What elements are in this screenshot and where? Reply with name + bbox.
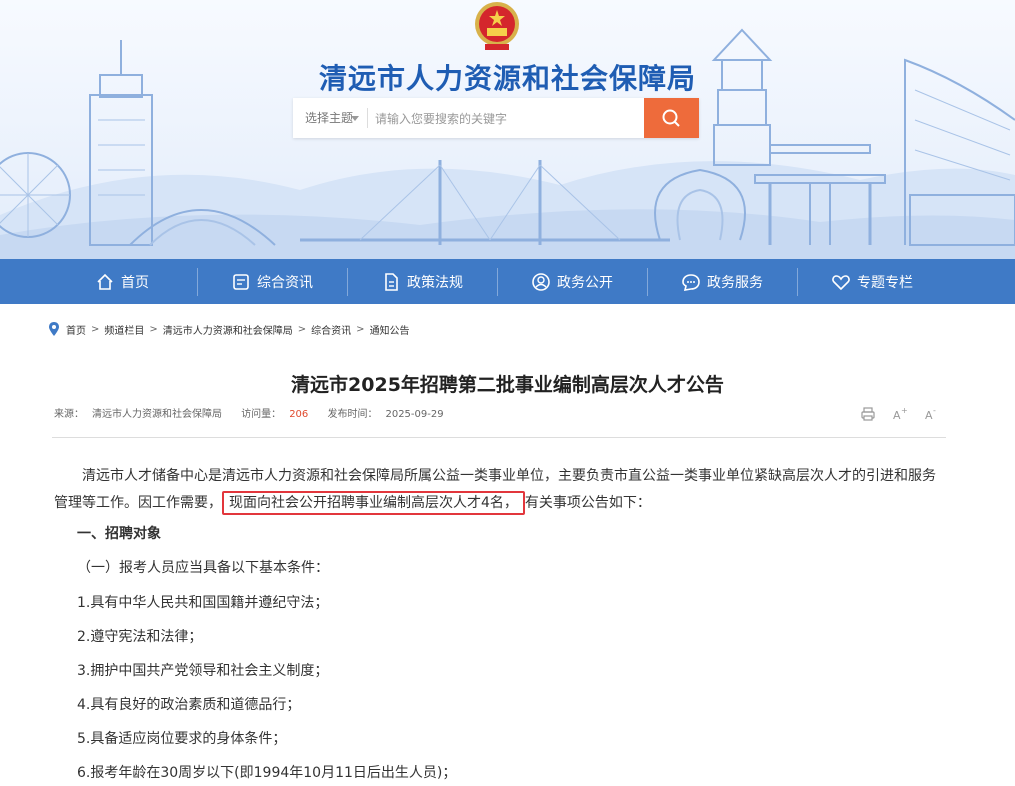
user-icon: [532, 272, 550, 291]
list-item: 6.报考年龄在30周岁以下(即1994年10月11日后出生人员)；: [77, 765, 457, 781]
views-label: 访问量：: [241, 409, 282, 420]
nav-news[interactable]: 综合资讯: [197, 259, 347, 304]
highlighted-text: 现面向社会公开招聘事业编制高层次人才4名，: [222, 491, 525, 515]
nav-gov-open[interactable]: 政务公开: [497, 259, 647, 304]
breadcrumb-separator: >: [149, 323, 158, 335]
breadcrumb-home[interactable]: 首页: [66, 322, 86, 337]
breadcrumb-notices[interactable]: 通知公告: [370, 322, 410, 337]
views-text: 访问量： 206: [241, 409, 316, 420]
breadcrumb-bureau[interactable]: 清远市人力资源和社会保障局: [163, 322, 293, 337]
national-emblem-icon: [475, 2, 519, 50]
date-value: 2025-09-29: [385, 409, 444, 420]
search-icon: [662, 109, 680, 127]
search-input[interactable]: [373, 104, 637, 134]
font-increase-icon[interactable]: A +: [892, 406, 908, 422]
source-value: 清远市人力资源和社会保障局: [92, 409, 222, 420]
list-item: 3.拥护中国共产党领导和社会主义制度；: [77, 663, 329, 679]
nav-home-label: 首页: [121, 274, 149, 291]
nav-policy-label: 政策法规: [407, 274, 463, 291]
location-pin-icon: [49, 322, 59, 336]
list-item: 5.具备适应岗位要求的身体条件；: [77, 731, 287, 747]
document-icon: [385, 272, 398, 291]
article-title: 清远市2025年招聘第二批事业编制高层次人才公告: [291, 374, 724, 396]
nav-policy[interactable]: 政策法规: [347, 259, 497, 304]
header-banner: 清远市人力资源和社会保障局 选择主题: [0, 0, 1015, 259]
search-bar: 选择主题: [293, 98, 699, 138]
heart-icon: [832, 274, 850, 290]
subsection-heading: （一）报考人员应当具备以下基本条件：: [77, 560, 329, 576]
nav-news-label: 综合资讯: [257, 274, 313, 291]
nav-home[interactable]: 首页: [47, 259, 197, 304]
nav-gov-service[interactable]: 政务服务: [647, 259, 797, 304]
svg-text:+: +: [901, 406, 908, 415]
views-count: 206: [289, 409, 309, 420]
topic-select[interactable]: 选择主题: [293, 98, 367, 138]
breadcrumb-separator: >: [91, 323, 100, 335]
search-divider: [367, 108, 368, 128]
article-meta: 来源： 清远市人力资源和社会保障局 访问量： 206 发布时间： 2025-09-29: [54, 405, 460, 420]
home-icon: [97, 273, 113, 290]
breadcrumb-news[interactable]: 综合资讯: [311, 322, 351, 337]
topic-select-label: 选择主题: [305, 111, 354, 125]
paragraph-text-end: 有关事项公告如下：: [524, 495, 651, 511]
svg-text:-: -: [933, 406, 936, 415]
font-decrease-icon[interactable]: A-: [924, 406, 940, 422]
article-body: 清远市人才储备中心是清远市人力资源和社会保障局所属公益一类事业单位，主要负责市直…: [54, 463, 946, 517]
article-tools: A + A-: [860, 405, 956, 423]
source-text: 来源： 清远市人力资源和社会保障局: [54, 409, 230, 420]
list-item: 1.具有中华人民共和国国籍并遵纪守法；: [77, 595, 329, 611]
nav-gov-service-label: 政务服务: [707, 274, 763, 291]
nav-gov-open-label: 政务公开: [557, 274, 613, 291]
news-icon: [233, 273, 249, 290]
search-button[interactable]: [644, 98, 699, 138]
chat-icon: [682, 273, 700, 291]
date-label: 发布时间：: [327, 409, 378, 420]
list-item: 4.具有良好的政治素质和道德品行；: [77, 697, 301, 713]
article-paragraph-1: 清远市人才储备中心是清远市人力资源和社会保障局所属公益一类事业单位，主要负责市直…: [54, 463, 946, 517]
nav-special[interactable]: 专题专栏: [797, 259, 947, 304]
list-item: 2.遵守宪法和法律；: [77, 629, 203, 645]
breadcrumb-channels[interactable]: 频道栏目: [104, 322, 144, 337]
section-heading: 一、招聘对象: [77, 526, 161, 542]
source-label: 来源：: [54, 409, 84, 420]
svg-text:A: A: [893, 409, 901, 422]
site-title: 清远市人力资源和社会保障局: [318, 62, 696, 95]
svg-text:A: A: [925, 409, 933, 422]
breadcrumb: 首页 > 频道栏目 > 清远市人力资源和社会保障局 > 综合资讯 > 通知公告: [48, 318, 410, 340]
chevron-down-icon: [351, 116, 359, 121]
breadcrumb-separator: >: [297, 323, 307, 335]
date-text: 发布时间： 2025-09-29: [327, 409, 451, 420]
article-divider: [52, 437, 946, 438]
breadcrumb-separator: >: [356, 323, 365, 335]
print-icon[interactable]: [860, 406, 876, 422]
main-nav: 首页 综合资讯 政策法规 政务公开 政务服务 专题专栏: [0, 259, 1015, 304]
nav-special-label: 专题专栏: [857, 274, 913, 291]
